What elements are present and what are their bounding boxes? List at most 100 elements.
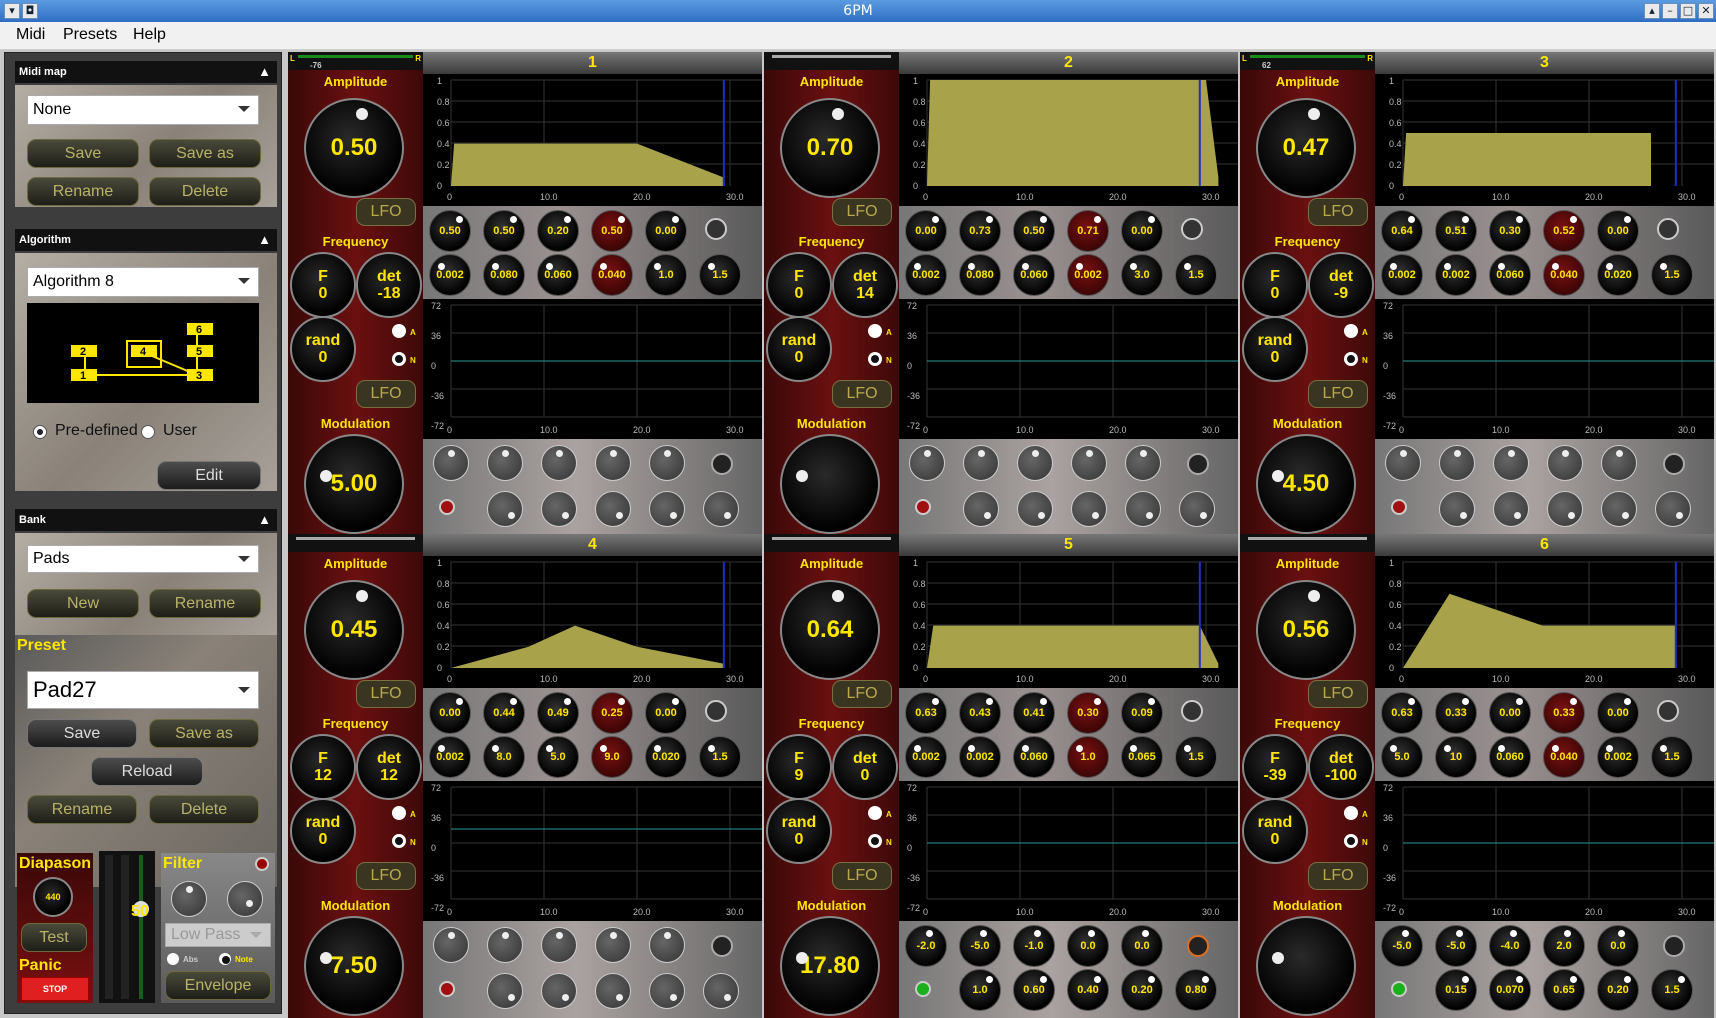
- envelope-knob[interactable]: 0.73: [959, 210, 1001, 252]
- envelope-knob[interactable]: 1.5: [1175, 254, 1217, 296]
- pan-control[interactable]: [1240, 534, 1375, 552]
- mode-a-radio[interactable]: [392, 324, 406, 338]
- amplitude-lfo-button[interactable]: LFO: [832, 680, 892, 708]
- pan-control[interactable]: L R 62: [1240, 52, 1375, 70]
- mod-knob[interactable]: [1071, 445, 1107, 481]
- frequency-f-knob[interactable]: F0: [290, 252, 356, 318]
- envelope-knob[interactable]: 0.52: [1543, 210, 1585, 252]
- amplitude-knob[interactable]: 0.50: [304, 98, 404, 198]
- mod-toggle-icon[interactable]: [711, 453, 733, 475]
- collapse-icon[interactable]: ▲: [258, 509, 271, 531]
- envelope-knob[interactable]: 0.64: [1381, 210, 1423, 252]
- mod-knob[interactable]: [595, 973, 631, 1009]
- mode-n-radio[interactable]: [868, 834, 882, 848]
- menu-midi[interactable]: Midi: [16, 26, 45, 44]
- envelope-knob[interactable]: 3.0: [1121, 254, 1163, 296]
- pan-slider-track[interactable]: [298, 55, 413, 58]
- mod-knob[interactable]: [1439, 445, 1475, 481]
- mod-knob[interactable]: 0.60: [1013, 969, 1055, 1011]
- envelope-graph[interactable]: 1 0.8 0.6 0.4 0.2 0 0 10.0 20.0 30.0: [899, 556, 1238, 688]
- mod-knob[interactable]: [541, 973, 577, 1009]
- lfo-graph[interactable]: 72 36 0 -36 -72 0 10.0 20.0 30.0: [1375, 299, 1714, 439]
- preset-save-button[interactable]: Save: [27, 719, 137, 748]
- midi-rename-button[interactable]: Rename: [27, 177, 139, 206]
- envelope-knob[interactable]: 0.00: [1597, 210, 1639, 252]
- loop-icon[interactable]: [1181, 700, 1203, 722]
- envelope-knob[interactable]: 0.41: [1013, 692, 1055, 734]
- mode-a-radio[interactable]: [1344, 324, 1358, 338]
- window-shade-icon[interactable]: ▴: [1644, 3, 1660, 19]
- mod-knob[interactable]: 0.0: [1597, 925, 1639, 967]
- envelope-knob[interactable]: 9.0: [591, 736, 633, 778]
- predefined-radio[interactable]: [33, 425, 47, 439]
- envelope-knob[interactable]: 1.0: [645, 254, 687, 296]
- mod-knob[interactable]: [541, 445, 577, 481]
- bank-header[interactable]: Bank ▲: [15, 509, 277, 531]
- mode-a-radio[interactable]: [868, 806, 882, 820]
- envelope-knob[interactable]: 0.040: [1543, 254, 1585, 296]
- envelope-knob[interactable]: 5.0: [1381, 736, 1423, 778]
- envelope-knob[interactable]: 0.30: [1489, 210, 1531, 252]
- lfo-graph[interactable]: 72 36 0 -36 -72 0 10.0 20.0 30.0: [1375, 781, 1714, 921]
- envelope-knob[interactable]: 5.0: [537, 736, 579, 778]
- preset-reload-button[interactable]: Reload: [91, 757, 203, 786]
- mod-enable-toggle[interactable]: [439, 981, 455, 997]
- envelope-knob[interactable]: 0.00: [645, 210, 687, 252]
- frequency-det-knob[interactable]: det 12: [356, 734, 422, 800]
- mod-toggle-icon[interactable]: [1663, 935, 1685, 957]
- window-close-icon[interactable]: ✕: [1698, 3, 1714, 19]
- modulation-knob[interactable]: 4.50: [1256, 434, 1356, 534]
- collapse-icon[interactable]: ▲: [258, 61, 271, 83]
- envelope-graph[interactable]: 1 0.8 0.6 0.4 0.2 0 0 10.0 20.0 30.0: [1375, 74, 1714, 206]
- lfo-graph[interactable]: 72 36 0 -36 -72 0 10.0 20.0 30.0: [423, 299, 762, 439]
- midi-save-as-button[interactable]: Save as: [149, 139, 261, 168]
- modulation-knob[interactable]: [1256, 916, 1356, 1016]
- amplitude-lfo-button[interactable]: LFO: [356, 680, 416, 708]
- envelope-knob[interactable]: 0.00: [905, 210, 947, 252]
- mod-toggle-icon[interactable]: [1663, 453, 1685, 475]
- midi-save-button[interactable]: Save: [27, 139, 139, 168]
- bank-new-button[interactable]: New: [27, 589, 139, 618]
- window-menu-icon[interactable]: ▾: [4, 3, 20, 19]
- mod-enable-toggle[interactable]: [1391, 499, 1407, 515]
- envelope-knob[interactable]: 1.5: [1175, 736, 1217, 778]
- envelope-knob[interactable]: 0.43: [959, 692, 1001, 734]
- envelope-knob[interactable]: 0.33: [1543, 692, 1585, 734]
- filter-res-knob[interactable]: [227, 881, 263, 917]
- mod-enable-toggle[interactable]: [915, 499, 931, 515]
- amplitude-lfo-button[interactable]: LFO: [356, 198, 416, 226]
- mod-knob[interactable]: [1547, 491, 1583, 527]
- pan-slider-track[interactable]: [1250, 55, 1365, 58]
- loop-icon[interactable]: [1181, 218, 1203, 240]
- lfo-graph[interactable]: 72 36 0 -36 -72 0 10.0 20.0 30.0: [899, 299, 1238, 439]
- mode-n-radio[interactable]: [868, 352, 882, 366]
- algorithm-select[interactable]: Algorithm 8: [27, 267, 259, 297]
- mod-knob[interactable]: -5.0: [1435, 925, 1477, 967]
- envelope-knob[interactable]: 1.5: [699, 736, 741, 778]
- envelope-knob[interactable]: 0.50: [429, 210, 471, 252]
- amplitude-knob[interactable]: 0.64: [780, 580, 880, 680]
- envelope-knob[interactable]: 0.060: [1489, 736, 1531, 778]
- rand-knob[interactable]: rand 0: [1242, 798, 1308, 864]
- envelope-knob[interactable]: 0.51: [1435, 210, 1477, 252]
- envelope-knob[interactable]: 0.00: [1597, 692, 1639, 734]
- pan-slider-track[interactable]: [772, 55, 891, 58]
- abs-radio[interactable]: [167, 953, 179, 965]
- rand-knob[interactable]: rand 0: [766, 316, 832, 382]
- amplitude-knob[interactable]: 0.56: [1256, 580, 1356, 680]
- menu-presets[interactable]: Presets: [63, 26, 117, 44]
- algorithm-diagram[interactable]: 2 1 4 6 5 3: [27, 303, 259, 403]
- envelope-knob[interactable]: 0.00: [645, 692, 687, 734]
- mod-knob[interactable]: [433, 927, 469, 963]
- pan-control[interactable]: [288, 534, 423, 552]
- pan-control[interactable]: [764, 534, 899, 552]
- mod-toggle-icon[interactable]: [711, 935, 733, 957]
- preset-select[interactable]: Pad27: [27, 671, 259, 709]
- window-pin-icon[interactable]: ◘: [22, 3, 38, 19]
- envelope-knob[interactable]: 0.060: [1013, 254, 1055, 296]
- mode-a-radio[interactable]: [868, 324, 882, 338]
- mod-enable-toggle[interactable]: [439, 499, 455, 515]
- envelope-knob[interactable]: 0.002: [429, 254, 471, 296]
- mod-knob[interactable]: [1017, 491, 1053, 527]
- mod-knob[interactable]: 0.0: [1121, 925, 1163, 967]
